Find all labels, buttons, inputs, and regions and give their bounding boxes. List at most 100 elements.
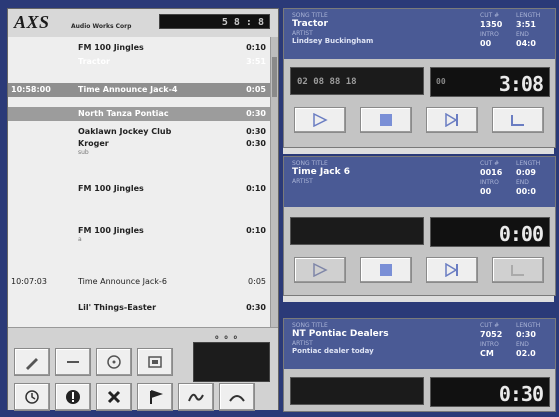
indicator-dots: o o o o <box>215 334 239 348</box>
end-label: END <box>516 179 529 186</box>
end-value: 00:0 <box>516 187 536 196</box>
timer-display: 02 08 88 18 <box>290 67 424 95</box>
cart-icon <box>148 356 162 368</box>
x-icon <box>107 390 121 404</box>
length-label: LENGTH <box>516 12 541 19</box>
countdown-small: 00 <box>436 77 446 86</box>
cd-icon <box>107 355 121 369</box>
stop-circle-button[interactable] <box>55 383 91 411</box>
clock-button[interactable] <box>14 383 50 411</box>
song-title-label: SONG TITLE <box>292 322 328 329</box>
log-title: Tractor <box>78 57 110 66</box>
play-button[interactable] <box>294 107 346 133</box>
stop-button[interactable] <box>360 107 412 133</box>
log-row[interactable]: FM 100 Jingles 0:10 <box>8 184 278 196</box>
brand-logo: AXS <box>14 12 50 32</box>
wave-icon <box>188 393 204 402</box>
log-duration: 0:10 <box>246 226 266 235</box>
end-value: 04:0 <box>516 39 536 48</box>
log-row[interactable]: Oaklawn Jockey Club 0:30 <box>8 127 278 139</box>
fade-button[interactable] <box>492 257 544 283</box>
next-button[interactable] <box>426 257 478 283</box>
play-icon <box>313 263 328 277</box>
app-window: AXS Audio Works Corp 5 8 : 8 FM 100 Jing… <box>0 0 559 417</box>
end-value: 02.0 <box>516 349 536 358</box>
cut-label: CUT # <box>480 322 500 329</box>
wave-button[interactable] <box>178 383 214 411</box>
log-row-highlight[interactable]: North Tanza Pontiac 0:30 <box>8 107 278 121</box>
log-row[interactable]: 10:07:03 Time Announce Jack-6 0:05 <box>8 277 278 289</box>
dash-button[interactable] <box>55 348 91 376</box>
log-duration: 0:30 <box>246 109 266 118</box>
clock-display: 5 8 : 8 <box>159 14 270 29</box>
control-area: o o o o <box>8 327 278 411</box>
length-value: 0:09 <box>516 168 536 177</box>
log-duration: 0:30 <box>246 139 266 148</box>
song-title-label: SONG TITLE <box>292 12 328 19</box>
artist-label: ARTIST <box>292 178 313 185</box>
log-title: Kroger <box>78 139 109 148</box>
log-duration: 3:51 <box>246 57 266 66</box>
pen-icon <box>26 358 38 370</box>
length-value: 3:51 <box>516 20 536 29</box>
top-bar: AXS Audio Works Corp 5 8 : 8 <box>8 9 278 38</box>
timer-display <box>290 217 424 245</box>
log-duration: 0:10 <box>246 43 266 52</box>
log-title: Time Announce Jack-4 <box>78 85 178 94</box>
fade-button[interactable] <box>492 107 544 133</box>
divider <box>283 148 554 154</box>
flag-button[interactable] <box>137 383 173 411</box>
end-label: END <box>516 341 529 348</box>
countdown-time: 0:30 <box>498 382 544 406</box>
intro-value: 00 <box>480 39 492 48</box>
log-time: 10:58:00 <box>11 85 51 94</box>
countdown-display: 0:00 <box>430 217 550 247</box>
log-row[interactable]: FM 100 Jingles 0:10 a <box>8 226 278 248</box>
intro-label: INTRO <box>480 31 499 38</box>
song-title: Time Jack 6 <box>292 167 350 177</box>
log-row[interactable]: FM 100 Jingles 0:10 <box>8 43 278 55</box>
cut-number: 7052 <box>480 330 503 339</box>
stop-button[interactable] <box>360 257 412 283</box>
log-panel: AXS Audio Works Corp 5 8 : 8 FM 100 Jing… <box>7 8 279 411</box>
artist-label: ARTIST <box>292 340 313 347</box>
log-time: 10:07:03 <box>11 277 47 286</box>
artist-name: Lindsey Buckingham <box>292 37 374 45</box>
next-button[interactable] <box>426 107 478 133</box>
cut-label: CUT # <box>480 160 500 167</box>
scrollbar-thumb[interactable] <box>272 57 277 97</box>
curve-button[interactable] <box>219 383 255 411</box>
cut-number: 0016 <box>480 168 503 177</box>
cart-button[interactable] <box>137 348 173 376</box>
play-button[interactable] <box>294 257 346 283</box>
countdown-time: 0:00 <box>498 222 544 246</box>
cart-player-1: SONG TITLE Tractor ARTIST Lindsey Buckin… <box>283 8 556 148</box>
song-title-label: SONG TITLE <box>292 160 328 167</box>
cart-player-3: SONG TITLE NT Pontiac Dealers ARTIST Pon… <box>283 318 556 412</box>
small-display <box>193 342 270 382</box>
log-row[interactable]: Kroger 0:30 sub <box>8 139 278 161</box>
cd-button[interactable] <box>96 348 132 376</box>
log-row[interactable]: Lil' Things-Easter 0:30 <box>8 303 278 315</box>
log-duration: 0:30 <box>246 127 266 136</box>
intro-value: 00 <box>480 187 492 196</box>
log-title: FM 100 Jingles <box>78 226 144 235</box>
song-title: NT Pontiac Dealers <box>292 329 389 339</box>
playlist-log[interactable]: FM 100 Jingles 0:10 Tractor 3:51 10:58:0… <box>8 37 278 327</box>
flag-icon <box>150 390 163 404</box>
dash-icon <box>67 361 79 363</box>
log-subtext: sub <box>78 149 89 156</box>
x-button[interactable] <box>96 383 132 411</box>
countdown-time: 3:08 <box>498 72 544 96</box>
log-scrollbar[interactable] <box>270 37 278 327</box>
cart-header: SONG TITLE Time Jack 6 ARTIST CUT # 0016… <box>284 157 555 207</box>
log-row-selected[interactable]: 10:58:00 Time Announce Jack-4 0:05 <box>8 83 278 97</box>
artist-label: ARTIST <box>292 30 313 37</box>
log-duration: 0:30 <box>246 303 266 312</box>
song-title: Tractor <box>292 19 328 29</box>
pen-button[interactable] <box>14 348 50 376</box>
stop-icon <box>380 114 392 126</box>
log-title: FM 100 Jingles <box>78 184 144 193</box>
log-row[interactable]: Tractor 3:51 <box>8 57 278 69</box>
log-duration: 0:05 <box>248 277 266 286</box>
